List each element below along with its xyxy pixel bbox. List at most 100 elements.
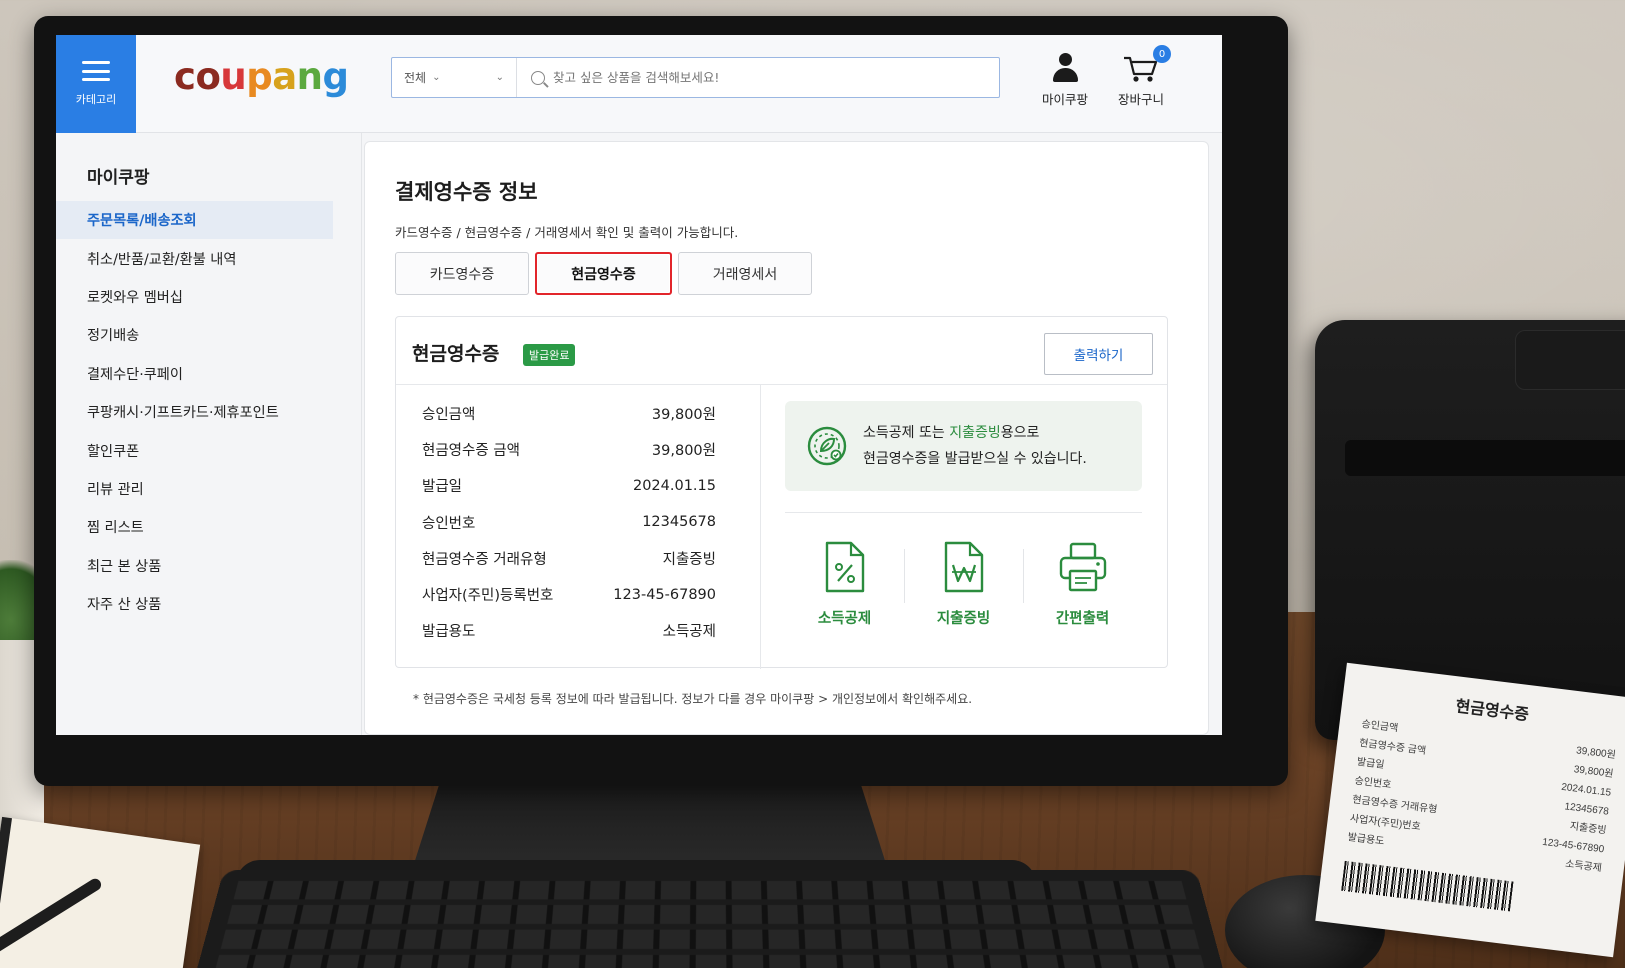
logo-letter: u: [220, 55, 247, 98]
user-icon: [1050, 53, 1080, 83]
sidebar-menu: 주문목록/배송조회 취소/반품/교환/환불 내역 로켓와우 멤버십 정기배송 결제수단·…: [56, 201, 333, 623]
search-category-select[interactable]: 전체 ⌄ ⌄: [392, 58, 517, 97]
logo-letter: p: [246, 55, 273, 98]
panel-header: 현금영수증 발급완료 출력하기: [396, 317, 1167, 385]
cart-count-badge: 0: [1153, 45, 1171, 63]
receipt-tabs: 카드영수증 현금영수증 거래영세서: [395, 252, 812, 295]
receipt-info-side: 소득공제 또는 지출증빙용으로 현금영수증을 발급받으실 수 있습니다. 소득공…: [761, 385, 1169, 669]
sidebar-item[interactable]: 쿠팡캐시·기프트카드·제휴포인트: [56, 393, 333, 431]
sidebar-item[interactable]: 주문목록/배송조회: [56, 201, 333, 240]
top-header: 카테고리 coupang 전체 ⌄ ⌄ 마이쿠팡 0 장바구니: [56, 35, 1222, 133]
detail-label: 현금영수증 금액: [422, 442, 520, 459]
sidebar-item[interactable]: 최근 본 상품: [56, 547, 333, 585]
detail-row: 승인번호 12345678: [396, 504, 760, 540]
won-doc-icon: [942, 541, 986, 597]
panel-title: 현금영수증: [412, 343, 500, 365]
footnote-tail: 에서 확인해주세요.: [876, 692, 973, 706]
detail-value: 2024.01.15: [632, 477, 716, 494]
cart-label: 장바구니: [1118, 92, 1165, 107]
feature-label: 소득공제: [817, 611, 872, 627]
feature-won-doc[interactable]: 지출증빙: [904, 541, 1023, 628]
detail-row: 현금영수증 거래유형 지출증빙: [396, 540, 760, 576]
search-bar: 전체 ⌄ ⌄: [391, 57, 1000, 98]
sidebar: 마이쿠팡 주문목록/배송조회 취소/반품/교환/환불 내역 로켓와우 멤버십 정기배송…: [56, 133, 362, 735]
logo-letter: c: [174, 55, 196, 98]
chevron-down-icon: ⌄: [432, 72, 441, 83]
notice-line1-pre: 소득공제 또는: [863, 425, 950, 441]
printer-lid: [1515, 330, 1625, 390]
printer-icon: [1058, 541, 1108, 597]
detail-label: 발급용도: [422, 624, 476, 641]
logo-letter: o: [195, 55, 221, 98]
footnote: * 현금영수증은 국세청 등록 정보에 따라 발급됩니다. 정보가 다를 경우 …: [413, 690, 972, 707]
detail-label: 발급일: [422, 479, 463, 496]
leaf-badge-icon: [807, 426, 847, 466]
feature-printer[interactable]: 간편출력: [1023, 541, 1142, 628]
chevron-down-icon: ⌄: [495, 72, 504, 83]
feature-percent-doc[interactable]: 소득공제: [785, 541, 904, 628]
category-button[interactable]: 카테고리: [56, 35, 136, 133]
page-subtitle: 카드영수증 / 현금영수증 / 거래영세서 확인 및 출력이 가능합니다.: [395, 225, 739, 240]
detail-value: 39,800원: [651, 406, 716, 423]
notebook: [0, 816, 201, 968]
tab-receipt-type[interactable]: 현금영수증: [535, 252, 672, 295]
coupang-logo[interactable]: coupang: [174, 55, 349, 98]
receipt-label: 발급용도: [1346, 832, 1385, 848]
sidebar-item[interactable]: 로켓와우 멤버십: [56, 278, 333, 316]
feature-shortcuts: 소득공제 지출증빙 간편출력: [785, 541, 1142, 628]
divider: [785, 512, 1142, 513]
footnote-text: * 현금영수증은 국세청 등록 정보에 따라 발급됩니다. 정보가 다를 경우: [413, 692, 771, 706]
detail-label: 승인금액: [422, 406, 476, 423]
logo-letter: n: [296, 55, 323, 98]
sidebar-item[interactable]: 결제수단·쿠페이: [56, 355, 333, 393]
sidebar-item[interactable]: 리뷰 관리: [56, 470, 333, 508]
barcode: [1341, 860, 1514, 912]
detail-value: 12345678: [642, 514, 716, 531]
notice-highlight: 지출증빙: [949, 425, 1001, 441]
receipt-details: 승인금액 39,800원 현금영수증 금액 39,800원 발급일 2024.01.15 승…: [396, 385, 761, 669]
detail-label: 현금영수증 거래유형: [422, 551, 547, 568]
detail-row: 사업자(주민)등록번호 123-45-67890: [396, 576, 760, 612]
sidebar-item[interactable]: 취소/반품/교환/환불 내역: [56, 239, 333, 277]
print-button[interactable]: 출력하기: [1044, 333, 1153, 375]
detail-row: 발급용도 소득공제: [396, 613, 760, 649]
browser-screen: 카테고리 coupang 전체 ⌄ ⌄ 마이쿠팡 0 장바구니: [56, 35, 1222, 735]
sidebar-item[interactable]: 할인쿠폰: [56, 431, 333, 469]
tab-receipt-type[interactable]: 카드영수증: [395, 252, 529, 295]
status-badge: 발급완료: [523, 344, 576, 366]
notice-text: 소득공제 또는 지출증빙용으로 현금영수증을 발급받으실 수 있습니다.: [863, 420, 1087, 472]
my-coupang-label: 마이쿠팡: [1042, 92, 1089, 107]
sidebar-item[interactable]: 정기배송: [56, 316, 333, 354]
printer-slot: [1345, 440, 1625, 476]
page-title: 결제영수증 정보: [395, 180, 538, 204]
cash-receipt-panel: 현금영수증 발급완료 출력하기 승인금액 39,800원 현금영수증 금액 39,80…: [395, 316, 1169, 669]
info-notice: 소득공제 또는 지출증빙용으로 현금영수증을 발급받으실 수 있습니다.: [785, 401, 1142, 491]
percent-doc-icon: [823, 541, 867, 597]
hamburger-icon: [82, 61, 110, 81]
printed-receipt: 현금영수증 승인금액 39,800원 현금영수증 금액 39,800원 발급일 2024.…: [1315, 662, 1625, 958]
detail-row: 발급일 2024.01.15: [396, 468, 760, 504]
tab-receipt-type[interactable]: 거래영세서: [678, 252, 812, 295]
detail-value: 지출증빙: [662, 551, 716, 568]
notice-line2: 현금영수증을 발급받으실 수 있습니다.: [863, 451, 1087, 467]
detail-row: 승인금액 39,800원: [396, 395, 760, 431]
detail-label: 승인번호: [422, 515, 476, 532]
personal-info-link[interactable]: 마이쿠팡 > 개인정보: [770, 692, 876, 706]
my-coupang-button[interactable]: 마이쿠팡: [1042, 53, 1088, 108]
sidebar-item[interactable]: 찜 리스트: [56, 508, 333, 546]
detail-row: 현금영수증 금액 39,800원: [396, 431, 760, 467]
receipt-card: 결제영수증 정보 카드영수증 / 현금영수증 / 거래영세서 확인 및 출력이 …: [364, 141, 1209, 735]
detail-value: 123-45-67890: [613, 586, 716, 603]
search-icon[interactable]: [531, 70, 545, 85]
notice-line1-post: 용으로: [1000, 425, 1040, 441]
cart-icon: 0: [1123, 45, 1171, 83]
sidebar-item[interactable]: 자주 산 상품: [56, 585, 333, 623]
search-input[interactable]: [553, 58, 999, 97]
feature-label: 간편출력: [1055, 611, 1110, 627]
cart-button[interactable]: 0 장바구니: [1118, 45, 1171, 108]
detail-label: 사업자(주민)등록번호: [422, 588, 554, 605]
sidebar-title: 마이쿠팡: [87, 168, 150, 188]
detail-value: 39,800원: [651, 442, 716, 459]
logo-letter: g: [322, 55, 350, 98]
logo-letter: a: [272, 55, 297, 98]
